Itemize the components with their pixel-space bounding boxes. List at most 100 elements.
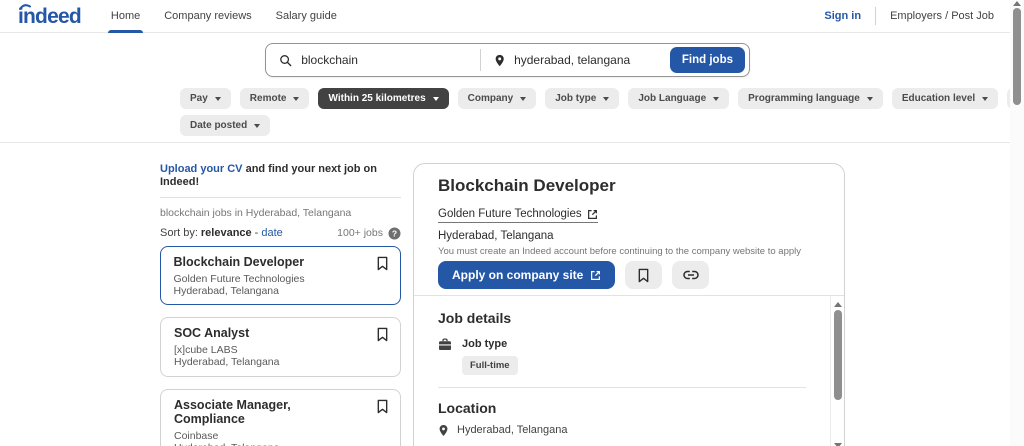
filter-job-language-label: Job Language bbox=[638, 93, 706, 104]
indeed-logo-flag-icon bbox=[19, 3, 31, 10]
upload-cv-link[interactable]: Upload your CV bbox=[160, 163, 243, 175]
filter-date-posted-label: Date posted bbox=[190, 120, 247, 131]
upload-cv-line: Upload your CV and find your next job on… bbox=[160, 163, 401, 189]
job-detail-body: Job details Job type Full-time Location … bbox=[414, 296, 844, 446]
panel-scrollbar[interactable] bbox=[830, 296, 844, 446]
save-job-button[interactable] bbox=[625, 261, 662, 289]
scroll-up-icon[interactable] bbox=[834, 302, 842, 307]
top-navigation-bar: indeed Home Company reviews Salary guide… bbox=[0, 0, 1024, 33]
employers-post-job-link[interactable]: Employers / Post Job bbox=[890, 10, 994, 22]
filter-job-type[interactable]: Job type bbox=[545, 88, 619, 109]
chevron-down-icon bbox=[215, 97, 221, 101]
filter-pay-label: Pay bbox=[190, 93, 208, 104]
location-segment bbox=[481, 53, 670, 68]
panel-scrollbar-thumb[interactable] bbox=[834, 310, 842, 400]
jobs-count: 100+ jobs bbox=[337, 227, 383, 240]
account-notice: You must create an Indeed account before… bbox=[438, 246, 820, 257]
filters-row-1: Pay Remote Within 25 kilometres Company … bbox=[180, 88, 1024, 109]
job-detail-header: Blockchain Developer Golden Future Techn… bbox=[414, 164, 844, 289]
search-context-line: blockchain jobs in Hyderabad, Telangana bbox=[160, 207, 401, 220]
results-column: Upload your CV and find your next job on… bbox=[160, 163, 401, 446]
filter-date-posted[interactable]: Date posted bbox=[180, 115, 270, 136]
external-link-icon bbox=[590, 270, 601, 281]
job-type-value-pill: Full-time bbox=[462, 356, 518, 375]
company-link[interactable]: Golden Future Technologies bbox=[438, 207, 598, 223]
sort-separator: - bbox=[255, 227, 259, 240]
nav-item-home[interactable]: Home bbox=[111, 0, 140, 33]
filter-job-language[interactable]: Job Language bbox=[628, 88, 729, 109]
location-heading: Location bbox=[438, 400, 806, 416]
jobs-count-wrap: 100+ jobs ? bbox=[337, 227, 401, 240]
job-card-title: Associate Manager, Compliance bbox=[174, 398, 387, 426]
nav-item-home-label: Home bbox=[111, 10, 140, 22]
apply-on-company-site-button[interactable]: Apply on company site bbox=[438, 261, 615, 289]
bookmark-icon bbox=[376, 256, 389, 271]
browser-scrollbar-thumb[interactable] bbox=[1013, 8, 1021, 105]
browser-scrollbar[interactable] bbox=[1010, 0, 1024, 446]
results-divider bbox=[160, 197, 401, 198]
job-type-block: Job type Full-time bbox=[462, 338, 518, 375]
location-value: Hyderabad, Telangana bbox=[457, 424, 568, 437]
job-type-row: Job type Full-time bbox=[438, 338, 806, 375]
sort-date-link[interactable]: date bbox=[261, 227, 282, 240]
job-detail-panel: Blockchain Developer Golden Future Techn… bbox=[413, 163, 845, 446]
keyword-segment bbox=[266, 53, 480, 68]
chevron-down-icon bbox=[293, 97, 299, 101]
filter-programming-language[interactable]: Programming language bbox=[738, 88, 883, 109]
keyword-input[interactable] bbox=[301, 53, 466, 67]
bookmark-icon bbox=[376, 399, 389, 414]
save-job-button[interactable] bbox=[376, 399, 389, 417]
job-type-label: Job type bbox=[462, 338, 518, 351]
job-card-soc-analyst[interactable]: SOC Analyst [x]cube LABS Hyderabad, Tela… bbox=[160, 317, 401, 377]
chevron-down-icon bbox=[254, 124, 260, 128]
nav-item-company-reviews[interactable]: Company reviews bbox=[164, 0, 251, 33]
action-row: Apply on company site bbox=[438, 261, 820, 289]
top-nav-right: Sign in Employers / Post Job bbox=[824, 7, 994, 25]
search-icon bbox=[279, 53, 292, 68]
job-card-associate-manager-compliance[interactable]: Associate Manager, Compliance Coinbase H… bbox=[160, 389, 401, 446]
bookmark-icon bbox=[637, 268, 650, 283]
filter-distance[interactable]: Within 25 kilometres bbox=[318, 88, 448, 109]
bookmark-icon bbox=[376, 327, 389, 342]
job-card-blockchain-developer[interactable]: Blockchain Developer Golden Future Techn… bbox=[160, 246, 401, 305]
job-card-location: Hyderabad, Telangana bbox=[174, 442, 387, 446]
filter-education-level[interactable]: Education level bbox=[892, 88, 998, 109]
job-search-bar: Find jobs bbox=[265, 43, 750, 77]
filter-company-label: Company bbox=[468, 93, 514, 104]
chevron-down-icon bbox=[982, 97, 988, 101]
scroll-up-icon[interactable] bbox=[1013, 1, 1021, 6]
section-divider bbox=[438, 387, 806, 388]
link-icon bbox=[683, 270, 699, 280]
sort-relevance-link[interactable]: relevance bbox=[201, 227, 252, 240]
job-card-company: Golden Future Technologies bbox=[174, 273, 388, 285]
filter-education-level-label: Education level bbox=[902, 93, 975, 104]
company-row: Golden Future Technologies bbox=[438, 204, 820, 223]
sign-in-link[interactable]: Sign in bbox=[824, 10, 861, 22]
nav-item-salary-guide[interactable]: Salary guide bbox=[276, 0, 337, 33]
external-link-icon bbox=[587, 209, 598, 220]
job-detail-title: Blockchain Developer bbox=[438, 176, 820, 196]
job-details-heading: Job details bbox=[438, 310, 806, 326]
chevron-down-icon bbox=[433, 97, 439, 101]
filter-company[interactable]: Company bbox=[458, 88, 537, 109]
sort-row: Sort by: relevance - date 100+ jobs ? bbox=[160, 227, 401, 240]
filter-pay[interactable]: Pay bbox=[180, 88, 231, 109]
save-job-button[interactable] bbox=[376, 256, 389, 274]
indeed-logo[interactable]: indeed bbox=[18, 0, 81, 33]
job-detail-location: Hyderabad, Telangana bbox=[438, 229, 820, 243]
job-card-list: Blockchain Developer Golden Future Techn… bbox=[160, 246, 401, 446]
job-card-title: SOC Analyst bbox=[174, 326, 387, 340]
find-jobs-button[interactable]: Find jobs bbox=[670, 47, 745, 73]
svg-text:?: ? bbox=[392, 228, 397, 238]
filter-remote[interactable]: Remote bbox=[240, 88, 310, 109]
location-pin-icon bbox=[494, 53, 505, 68]
save-job-button[interactable] bbox=[376, 327, 389, 345]
location-pin-icon bbox=[438, 424, 449, 437]
help-icon[interactable]: ? bbox=[388, 227, 401, 240]
copy-link-button[interactable] bbox=[672, 261, 709, 289]
primary-nav: Home Company reviews Salary guide bbox=[111, 0, 337, 33]
location-input[interactable] bbox=[514, 53, 657, 67]
location-row: Hyderabad, Telangana bbox=[438, 424, 806, 437]
filter-job-type-label: Job type bbox=[555, 93, 596, 104]
filter-remote-label: Remote bbox=[250, 93, 287, 104]
